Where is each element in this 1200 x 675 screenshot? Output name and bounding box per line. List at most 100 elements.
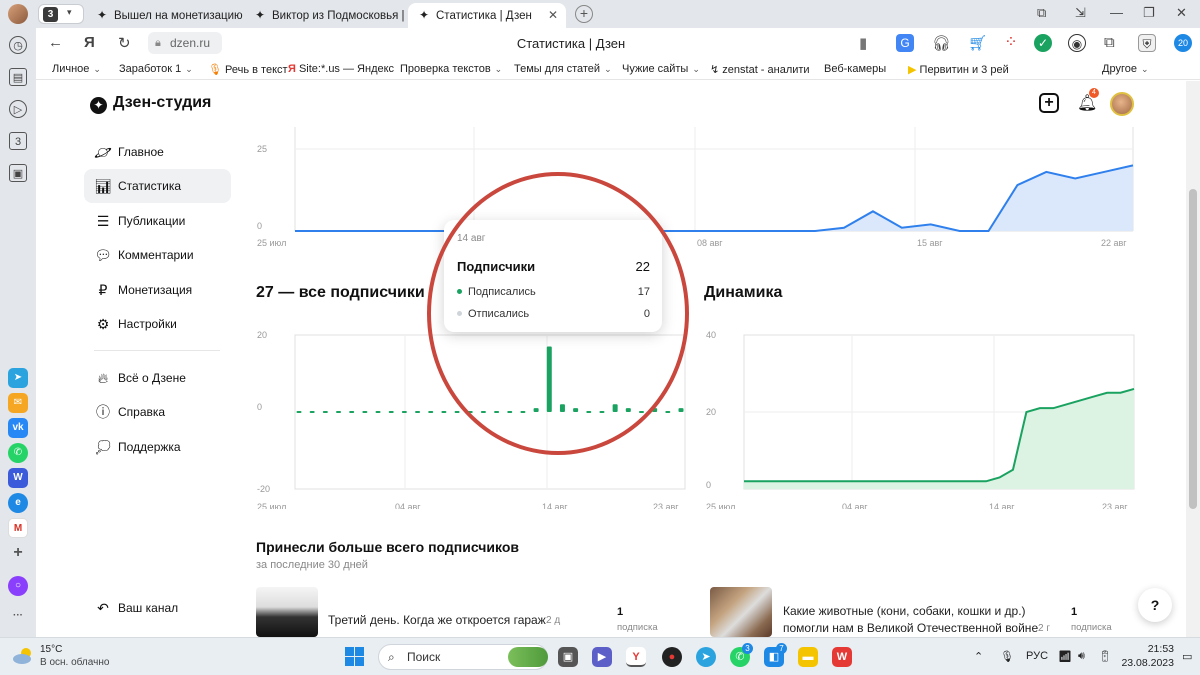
history-icon[interactable]: ◷ [9, 36, 27, 54]
battery-icon[interactable]: 🔋︎ [1098, 650, 1112, 663]
yandex-icon[interactable]: Я [84, 34, 95, 51]
publication-title-2-line2[interactable]: помогли нам в Великой Отечественной войн… [783, 621, 1038, 635]
taskview-icon[interactable]: ▣ [558, 647, 578, 667]
bookmark-folder-check[interactable]: Проверка текстов ⌄ [400, 63, 502, 75]
start-button[interactable] [345, 647, 365, 667]
sidebar-item-help[interactable]: ⓘ Справка [84, 395, 231, 429]
reload-icon[interactable]: ↻ [118, 34, 131, 52]
play-circle-icon: ▶ [908, 64, 917, 76]
bookmark-speech[interactable]: 🎙︎ Речь в текст [208, 63, 288, 76]
mail-icon[interactable]: ✉ [8, 393, 28, 413]
address-bar: ← Я ↻ 🔒︎ dzen.ru Статистика | Дзен ▮ G 🎧… [36, 28, 1200, 60]
alice-icon[interactable]: ○ [8, 576, 28, 596]
create-button[interactable]: + [1039, 93, 1059, 113]
translate-icon[interactable]: G [896, 34, 914, 52]
dynamics-area-chart[interactable]: 40 20 0 25 июл 04 авг 14 авг 23 авг [704, 317, 1136, 509]
dynamics-chart-title: Динамика [704, 284, 783, 301]
downloads-icon[interactable]: 20 [1174, 34, 1192, 52]
bookmark-list-icon[interactable]: ⧉ [1037, 5, 1046, 21]
telegram-badge: 3 [742, 643, 753, 654]
sidebar-item-settings[interactable]: ⚙ Настройки [84, 307, 231, 341]
sidebar-item-comments[interactable]: 💬︎ Комментарии [84, 238, 231, 272]
bookmark-folder-topics[interactable]: Темы для статей ⌄ [514, 63, 612, 75]
sidebar-item-main[interactable]: 🪐︎ Главное [84, 135, 231, 169]
w-app-icon[interactable]: W [8, 468, 28, 488]
gmail-icon[interactable]: M [8, 518, 28, 538]
bookmark-pervitin[interactable]: ▶ Первитин и 3 рей [908, 63, 1009, 76]
tab-2[interactable]: ✦ Виктор из Подмосковья | [254, 3, 404, 28]
bookmark-zenstat[interactable]: ↯ zenstat - аналити [710, 63, 810, 76]
bookmark-folder-sites[interactable]: Чужие сайты ⌄ [622, 63, 700, 75]
back-icon[interactable]: ← [48, 34, 63, 51]
bookmark-webcams[interactable]: Веб-камеры [824, 63, 886, 75]
collections-icon[interactable]: ▤ [9, 68, 27, 86]
chevron-up-icon[interactable]: ⌃ [974, 650, 983, 663]
shield-icon[interactable]: ⛨ [1138, 34, 1156, 52]
w-taskbar-icon[interactable]: W [832, 647, 852, 667]
language-indicator[interactable]: РУС [1026, 650, 1048, 662]
sidebar-item-label: Статистика [118, 179, 182, 193]
bar-subscribed [296, 411, 302, 413]
wifi-icon[interactable]: 📶︎ [1058, 650, 1072, 663]
notifications-button[interactable]: 🔔︎ 4 [1077, 88, 1099, 113]
puzzle-icon[interactable]: ⧉ [1104, 34, 1115, 51]
help-button[interactable]: ? [1138, 588, 1172, 622]
publication-thumbnail-2[interactable] [710, 587, 772, 637]
cart-icon[interactable]: 🛒︎ [968, 34, 987, 52]
vk-icon[interactable]: vk [8, 418, 28, 438]
close-tab-icon[interactable]: ✕ [548, 3, 558, 28]
studio-logo[interactable]: ✦ Дзен-студия [90, 94, 211, 114]
bookmark-other[interactable]: Другое ⌄ [1102, 63, 1149, 75]
screenshot-icon[interactable]: ▣ [9, 164, 27, 182]
mic-tray-icon[interactable]: 🎙︎ [1000, 650, 1014, 663]
scrollbar-thumb[interactable] [1189, 189, 1197, 509]
speaker-icon[interactable]: 🔊︎ [1078, 650, 1085, 663]
record-icon[interactable]: ● [662, 647, 682, 667]
telegram-icon[interactable]: ➤ [8, 368, 28, 388]
collapse-icon[interactable]: ⇲ [1075, 5, 1086, 21]
play-icon[interactable]: ▷ [9, 100, 27, 118]
extension-icon[interactable]: ◉ [1068, 34, 1086, 52]
more-icon[interactable]: ··· [8, 606, 28, 626]
widget-image-icon[interactable] [508, 647, 548, 667]
dots-app-icon[interactable]: ⁘ [1002, 34, 1020, 52]
tab-3-active[interactable]: ✦ Статистика | Дзен ✕ [408, 3, 566, 28]
tabs-icon[interactable]: 3 [9, 132, 27, 150]
folder-icon[interactable]: ▬ [798, 647, 818, 667]
sidebar-item-your-channel[interactable]: ↶ Ваш канал [84, 591, 231, 625]
user-avatar[interactable] [1110, 92, 1134, 116]
publication-thumbnail-1[interactable] [256, 587, 318, 637]
edge-icon[interactable]: e [8, 493, 28, 513]
headphones-icon[interactable]: 🎧︎ [932, 34, 951, 52]
sidebar-item-statistics[interactable]: 📊︎ Статистика [84, 169, 231, 203]
page-scrollbar[interactable] [1186, 81, 1200, 637]
whatsapp-icon[interactable]: ✆ [8, 443, 28, 463]
bookmark-site-us[interactable]: Я Site:*.us — Яндекс [288, 63, 394, 75]
profile-avatar[interactable] [8, 4, 28, 24]
tab-group-counter[interactable]: 3 ▾ [38, 4, 84, 24]
notifications-tray-icon[interactable]: ▭ [1182, 650, 1192, 663]
clock[interactable]: 21:53 23.08.2023 [1116, 642, 1174, 670]
url-field[interactable]: 🔒︎ dzen.ru [148, 32, 222, 54]
add-app-icon[interactable]: + [8, 543, 28, 563]
sidebar-item-support[interactable]: 💭︎ Поддержка [84, 430, 231, 464]
sidebar-item-label: Публикации [118, 214, 186, 228]
yandex-browser-icon[interactable]: Y [626, 647, 646, 667]
teams-icon[interactable]: ▶ [592, 647, 612, 667]
sidebar-item-label: Ваш канал [118, 601, 179, 615]
tab-1[interactable]: ✦ Вышел на монетизацию з [96, 3, 246, 28]
bookmark-folder-earnings[interactable]: Заработок 1 ⌄ [119, 63, 193, 75]
telegram-taskbar-icon[interactable]: ➤ [696, 647, 716, 667]
publication-title-2-line1[interactable]: Какие животные (кони, собаки, кошки и др… [783, 604, 1026, 618]
sidebar-item-publications[interactable]: ☰ Публикации [84, 204, 231, 238]
sidebar-item-about[interactable]: 🔥︎ Всё о Дзене [84, 361, 231, 395]
check-icon[interactable]: ✓ [1034, 34, 1052, 52]
bookmark-folder-personal[interactable]: Личное ⌄ [52, 63, 101, 75]
new-tab-button[interactable]: + [575, 5, 593, 23]
close-window-icon[interactable]: ✕ [1176, 5, 1187, 21]
sidebar-item-monetization[interactable]: ₽ Монетизация [84, 273, 231, 307]
publication-title-1[interactable]: Третий день. Когда же откроется гараж [328, 613, 546, 627]
bookmark-icon[interactable]: ▮ [859, 34, 867, 52]
restore-icon[interactable]: ❐ [1143, 5, 1155, 21]
minimize-icon[interactable]: — [1110, 5, 1123, 20]
